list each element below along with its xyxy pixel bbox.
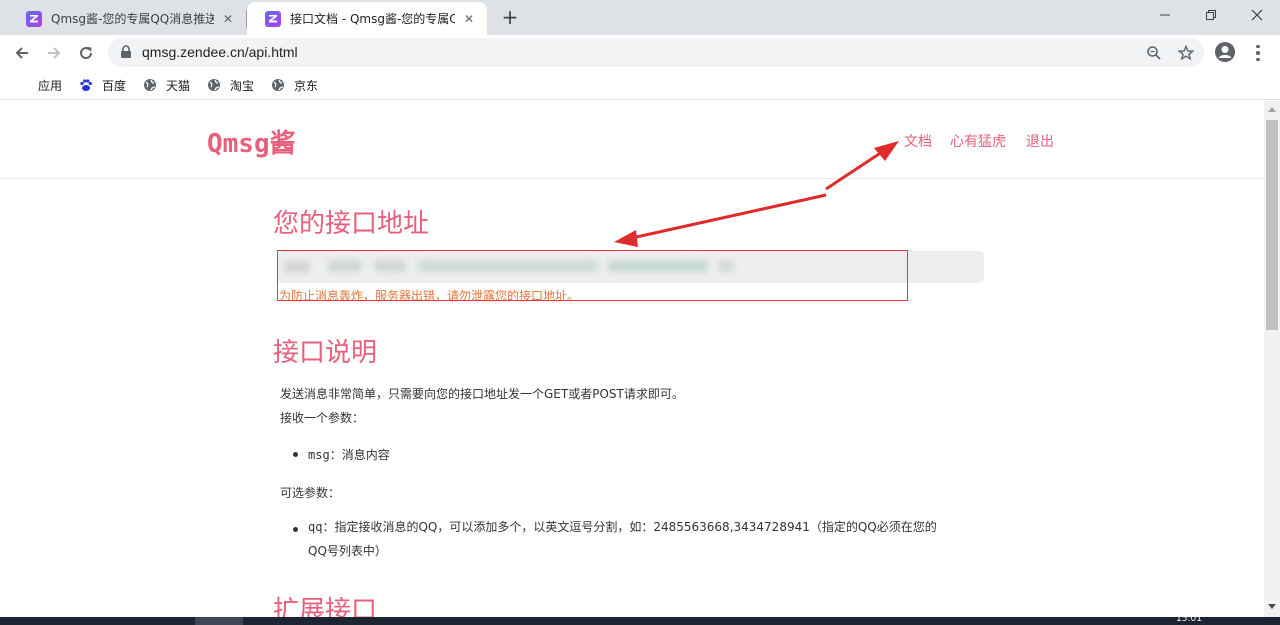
annotation-red-box: [277, 250, 908, 301]
bookmark-star-button[interactable]: [1176, 43, 1196, 63]
param-name: qq: [308, 520, 323, 534]
nav-link-docs[interactable]: 文档: [904, 131, 932, 151]
bullet: [293, 452, 298, 457]
new-tab-button[interactable]: +: [498, 5, 522, 29]
tab-qmsg-home[interactable]: Qmsg酱-您的专属QQ消息推送服务 ✕: [8, 2, 246, 35]
menu-dot: [1256, 51, 1260, 55]
browser-menu-button[interactable]: [1248, 41, 1268, 65]
heading-api-description: 接口说明: [273, 338, 378, 368]
param-line: qq：指定接收消息的QQ，可以添加多个，以英文逗号分割，如：2485563668…: [308, 515, 937, 563]
url-text: qmsg.zendee.cn/api.html: [142, 44, 298, 60]
page-scrollbar[interactable]: [1264, 101, 1280, 617]
window-close-button[interactable]: [1234, 0, 1280, 30]
heading-extended-api: 扩展接口: [273, 596, 378, 617]
taskbar-clock: 15:01: [1176, 614, 1202, 624]
star-icon: [1178, 45, 1194, 61]
reload-button[interactable]: [72, 39, 100, 67]
globe-icon: [272, 79, 284, 91]
baidu-paw-icon: [80, 79, 92, 91]
bookmark-label: 百度: [102, 78, 127, 93]
param-description-cont: QQ号列表中）: [308, 544, 387, 558]
triangle-up-icon: [1268, 107, 1276, 112]
bookmark-apps[interactable]: 应用: [15, 76, 62, 94]
nav-link-user[interactable]: 心有猛虎: [950, 131, 1006, 151]
bookmark-baidu[interactable]: 百度: [79, 76, 126, 94]
scroll-up-button[interactable]: [1264, 101, 1280, 117]
tab-api-docs[interactable]: 接口文档 - Qmsg酱-您的专属QQ消息推送服务 ✕: [247, 2, 487, 35]
window-restore-button[interactable]: [1188, 0, 1234, 30]
back-button[interactable]: [8, 39, 36, 67]
bookmarks-bar: 应用 百度 天猫 淘宝 京东: [0, 70, 1280, 100]
arrowhead: [614, 230, 638, 247]
tab-title: 接口文档 - Qmsg酱-您的专属QQ消息推送服务: [290, 12, 455, 26]
tab-close-icon[interactable]: ✕: [461, 11, 477, 27]
nav-link-logout[interactable]: 退出: [1026, 131, 1054, 151]
annotation-arrow-to-address: [631, 193, 827, 240]
arrow-left-icon: [15, 47, 28, 59]
param-description: ：消息内容: [329, 448, 390, 462]
param-name: msg: [308, 448, 330, 462]
menu-dot: [1256, 57, 1260, 62]
globe-icon: [208, 79, 220, 91]
scroll-down-button[interactable]: [1264, 599, 1280, 615]
profile-avatar-icon[interactable]: [1214, 41, 1236, 63]
bookmark-label: 京东: [294, 78, 319, 93]
bookmark-jd[interactable]: 京东: [271, 76, 318, 94]
site-header: Qmsg酱 文档 心有猛虎 退出: [0, 101, 1264, 179]
globe-icon: [144, 79, 156, 91]
qmsg-favicon-icon: [26, 10, 42, 27]
param-list-item-msg: msg：消息内容: [293, 446, 390, 463]
bookmark-label: 应用: [38, 78, 63, 93]
param-list-item-qq: qq：指定接收消息的QQ，可以添加多个，以英文逗号分割，如：2485563668…: [293, 520, 993, 563]
arrow-right-icon: [48, 47, 61, 59]
lock-icon: [121, 45, 131, 58]
scroll-thumb[interactable]: [1266, 120, 1278, 330]
menu-dot: [1256, 44, 1260, 49]
taskbar-app-button[interactable]: [195, 617, 243, 625]
bookmark-taobao[interactable]: 淘宝: [207, 76, 254, 94]
minimize-icon: [1160, 14, 1170, 16]
magnifier-icon: [1147, 46, 1161, 60]
zoom-button[interactable]: [1144, 43, 1164, 63]
window-minimize-button[interactable]: [1142, 0, 1188, 30]
optional-params-label: 可选参数：: [280, 486, 341, 500]
tab-strip: Qmsg酱-您的专属QQ消息推送服务 ✕ 接口文档 - Qmsg酱-您的专属QQ…: [0, 0, 1280, 35]
restore-icon: [1206, 10, 1216, 20]
bookmark-tmall[interactable]: 天猫: [143, 76, 190, 94]
bookmark-label: 淘宝: [230, 78, 255, 93]
forward-button[interactable]: [40, 39, 68, 67]
heading-api-address: 您的接口地址: [273, 209, 430, 239]
close-icon: [1251, 9, 1263, 21]
tab-title: Qmsg酱-您的专属QQ消息推送服务: [51, 12, 214, 26]
params-intro-text: 接收一个参数：: [280, 411, 365, 425]
bullet: [293, 527, 298, 532]
page-viewport: Qmsg酱 文档 心有猛虎 退出 您的接口地址 为防止消息轰炸，服务器出错，请勿…: [0, 101, 1264, 617]
browser-toolbar: qmsg.zendee.cn/api.html: [0, 35, 1280, 70]
qmsg-favicon-icon: [265, 10, 281, 27]
param-description: ：指定接收消息的QQ，可以添加多个，以英文逗号分割，如：2485563668,3…: [322, 520, 937, 534]
triangle-down-icon: [1268, 604, 1276, 609]
apps-grid-icon: [15, 78, 29, 92]
api-description-text: 发送消息非常简单，只需要向您的接口地址发一个GET或者POST请求即可。: [280, 387, 684, 401]
os-taskbar: 15:01: [0, 614, 1280, 625]
address-bar[interactable]: qmsg.zendee.cn/api.html: [108, 38, 1204, 67]
bookmark-label: 天猫: [166, 78, 191, 93]
tab-close-icon[interactable]: ✕: [220, 11, 236, 27]
reload-icon: [80, 47, 93, 60]
site-brand-logo[interactable]: Qmsg酱: [207, 123, 296, 160]
param-line: msg：消息内容: [308, 446, 390, 463]
